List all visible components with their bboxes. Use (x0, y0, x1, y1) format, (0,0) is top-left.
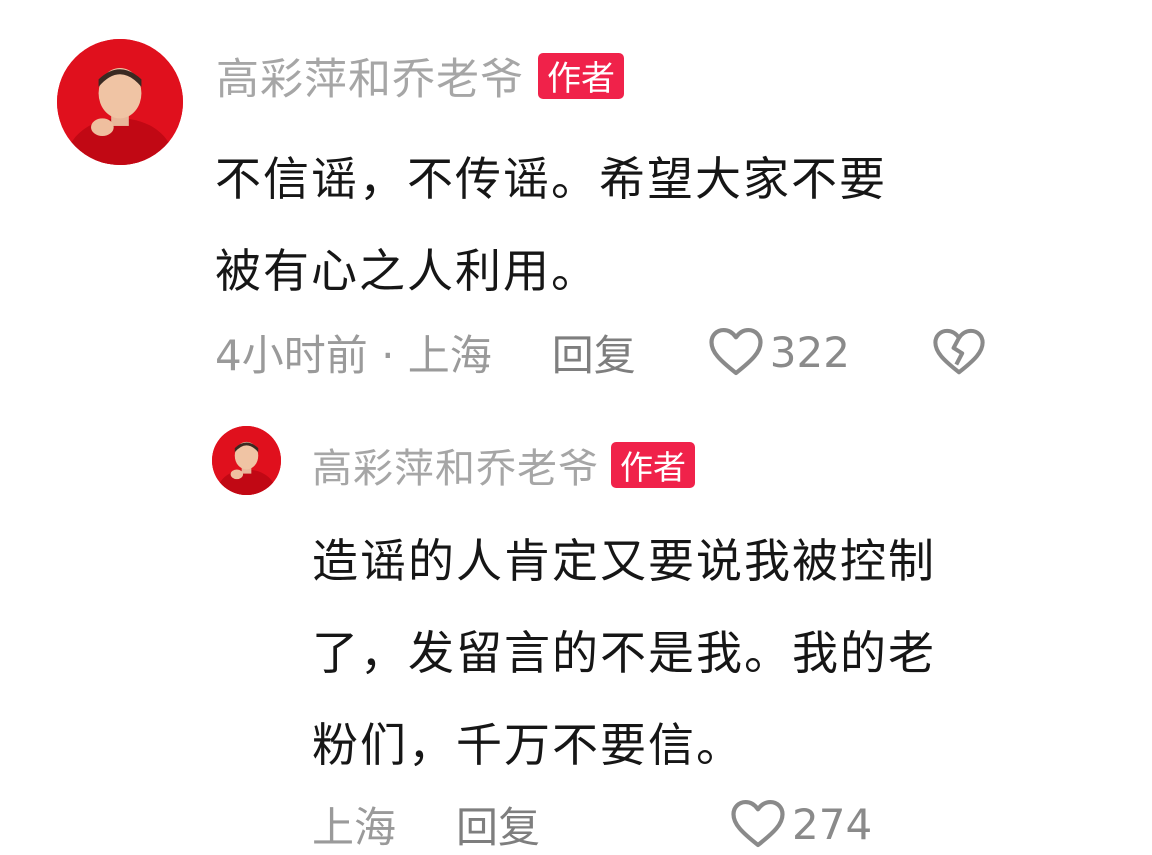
author-name[interactable]: 高彩萍和乔老爷 (312, 436, 599, 494)
author-badge: 作者 (538, 52, 624, 99)
comment-meta: 上海 回复 274 (312, 795, 872, 853)
author-name[interactable]: 高彩萍和乔老爷 (216, 45, 524, 107)
like-count: 322 (769, 327, 850, 377)
dislike-button[interactable] (932, 327, 986, 377)
author-row: 高彩萍和乔老爷 作者 (216, 48, 624, 105)
like-button[interactable]: 322 (708, 326, 850, 378)
avatar[interactable] (57, 39, 183, 165)
comment-time-location: 上海 (312, 802, 397, 852)
comment-text: 造谣的人肯定又要说我被控制 了，发留言的不是我。我的老 粉们，千万不要信。 (312, 534, 936, 772)
comment-meta: 4小时前 · 上海 回复 322 (215, 323, 986, 381)
avatar-image (57, 39, 183, 165)
avatar-image (212, 426, 281, 495)
reply-button[interactable]: 回复 (552, 322, 636, 383)
like-button[interactable]: 274 (730, 798, 872, 850)
heart-outline-icon (709, 327, 763, 376)
heart-outline-icon (731, 799, 785, 848)
comment-time-location: 4小时前 · 上海 (215, 330, 492, 380)
author-row: 高彩萍和乔老爷 作者 (312, 440, 695, 492)
author-badge: 作者 (611, 442, 695, 488)
reply-button[interactable]: 回复 (456, 794, 540, 855)
avatar[interactable] (212, 426, 281, 495)
like-count: 274 (792, 799, 873, 849)
broken-heart-icon (933, 328, 985, 375)
comment-text: 不信谣，不传谣。希望大家不要 被有心之人利用。 (215, 152, 887, 298)
